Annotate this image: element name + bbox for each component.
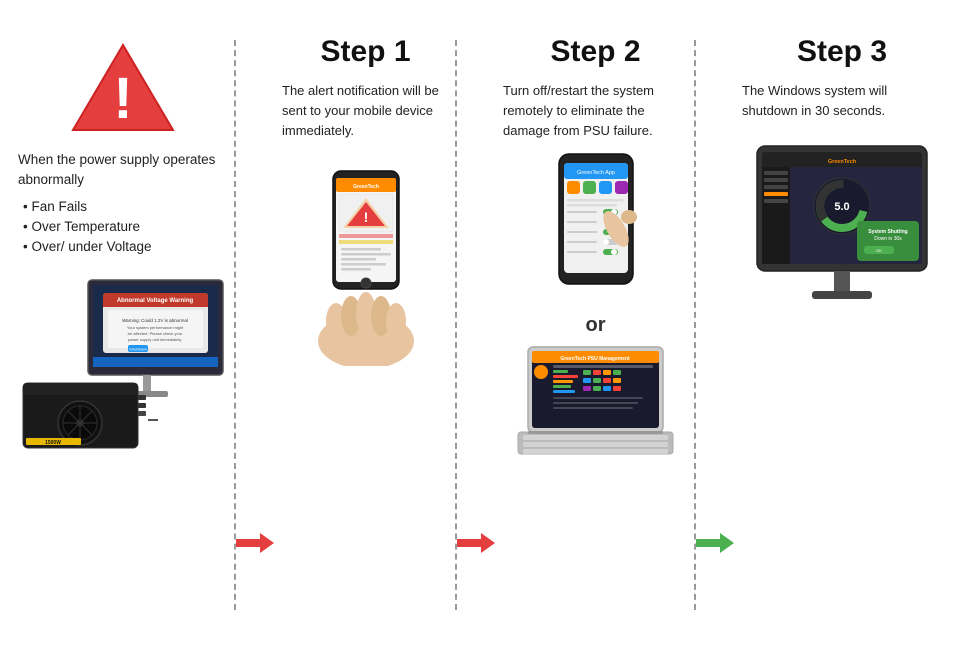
column-1: ! When the power supply operates abnorma… <box>10 20 236 630</box>
arrow-2-container <box>457 20 495 630</box>
psu-monitor-illustration: Abnormal Voltage Warning Warning: Could … <box>18 275 228 450</box>
phone-hand-illustration: GreenTech ! <box>301 156 431 366</box>
svg-text:Abnormal Voltage Warning: Abnormal Voltage Warning <box>117 298 194 304</box>
svg-text:Warning: Could 1.2V is abnorma: Warning: Could 1.2V is abnormal <box>122 318 188 323</box>
col1-image-area: Abnormal Voltage Warning Warning: Could … <box>18 275 228 450</box>
svg-text:power supply unit immediately.: power supply unit immediately. <box>128 337 182 342</box>
svg-text:5.0: 5.0 <box>834 201 849 213</box>
step-2-description: Turn off/restart the system remotely to … <box>503 81 688 141</box>
arrow-3-container <box>696 20 734 630</box>
step-2-title: Step 2 <box>550 35 640 69</box>
svg-text:Down in 30s: Down in 30s <box>874 236 902 242</box>
step-3-title: Step 3 <box>797 35 887 69</box>
red-arrow-1 <box>236 531 274 555</box>
main-container: ! When the power supply operates abnorma… <box>0 0 960 650</box>
arrow-1-container <box>236 20 274 630</box>
step-3-description: The Windows system will shutdown in 30 s… <box>742 81 942 121</box>
step-1-description: The alert notification will be sent to y… <box>282 81 449 141</box>
svg-text:Shutdown: Shutdown <box>129 347 147 352</box>
svg-text:GreenTech PSU Management: GreenTech PSU Management <box>560 356 630 362</box>
red-arrow-2 <box>457 531 495 555</box>
svg-text:be affected. Please check your: be affected. Please check your <box>128 331 183 336</box>
bullet-fan-fails: Fan Fails <box>23 197 228 217</box>
svg-text:System Shutting: System Shutting <box>868 229 907 235</box>
column-4: Step 3 The Windows system will shutdown … <box>734 20 950 630</box>
col2-image-area: GreenTech ! <box>282 156 449 366</box>
laptop-illustration: GreenTech PSU Management <box>503 342 688 457</box>
bullet-over-temperature: Over Temperature <box>23 217 228 237</box>
bullet-over-under-voltage: Over/ under Voltage <box>23 237 228 257</box>
svg-text:!: ! <box>363 209 368 225</box>
desktop-monitor-illustration: GreenTech 5.0 System Shutting Do <box>742 136 942 326</box>
col3-image-area: GreenTech App <box>503 149 688 457</box>
warning-triangle-icon: ! <box>68 40 178 135</box>
phone-touch-illustration: GreenTech App <box>521 149 671 309</box>
col1-description: When the power supply operates abnormall… <box>18 150 228 257</box>
col1-intro: When the power supply operates abnormall… <box>18 150 228 191</box>
svg-text:!: ! <box>113 66 132 131</box>
column-3: Step 2 Turn off/restart the system remot… <box>495 20 696 630</box>
svg-text:GreenTech: GreenTech <box>353 184 379 190</box>
col4-image-area: GreenTech 5.0 System Shutting Do <box>742 136 942 326</box>
svg-text:Your system performance might: Your system performance might <box>127 325 184 330</box>
svg-text:GreenTech App: GreenTech App <box>577 170 615 176</box>
svg-text:GreenTech: GreenTech <box>828 159 857 165</box>
svg-text:OK: OK <box>876 248 882 253</box>
col1-bullet-list: Fan Fails Over Temperature Over/ under V… <box>18 197 228 258</box>
step-1-title: Step 1 <box>320 35 410 69</box>
svg-text:1500W: 1500W <box>45 440 61 446</box>
or-text: or <box>586 314 606 337</box>
column-2: Step 1 The alert notification will be se… <box>274 20 457 630</box>
green-arrow-3 <box>696 531 734 555</box>
